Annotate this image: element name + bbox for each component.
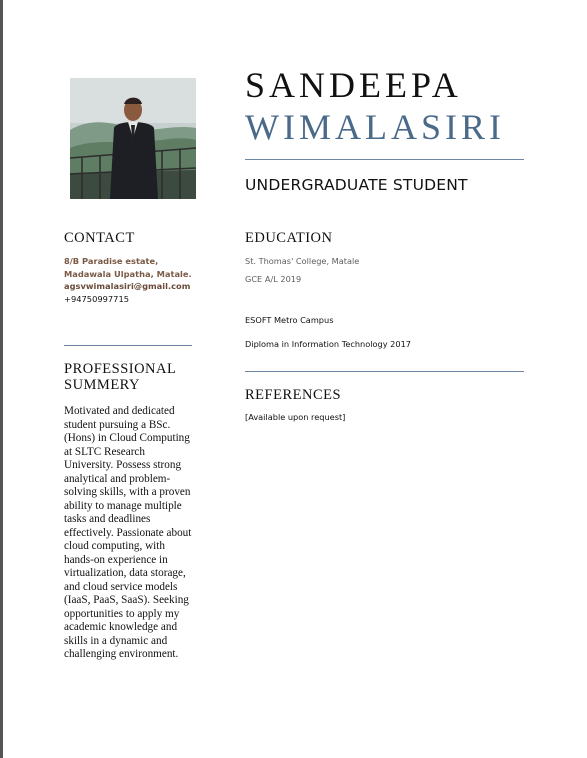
school-qualification: GCE A/L 2019 [245,274,302,284]
education-heading: EDUCATION [245,230,333,246]
summary-line: opportunities to apply my [64,607,180,620]
phone-number: +94750997715 [64,293,130,304]
profile-photo [70,78,196,199]
summary-line: solving skills, with a proven [64,486,191,498]
first-name: SANDEEPA [245,65,462,105]
summary-line: hands-on experience in [64,553,168,566]
summary-line: student pursuing a BSc. [64,418,171,431]
education-divider [245,371,524,372]
summary-line: analytical and problem- [64,472,171,485]
references-text: [Available upon request] [245,412,346,422]
campus-name: ESOFT Metro Campus [245,315,334,325]
summary-line: ability to manage multiple [64,499,182,512]
references-heading: REFERENCES [245,387,342,403]
summary-line: at SLTC Research [64,445,145,458]
summary-line: Motivated and dedicated [64,405,175,417]
page-left-edge [0,0,3,758]
summary-heading-line-2: SUMMERY [64,377,141,393]
contact-divider [64,345,192,346]
campus-qualification: Diploma in Information Technology 2017 [245,339,412,349]
last-name: WIMALASIRI [245,107,505,147]
header-divider [245,159,524,160]
summary-line: and cloud service models [64,580,178,593]
summary-text: Motivated and dedicated student pursuing… [64,405,204,662]
school-name: St. Thomas' College, Matale [245,256,360,266]
summary-line: skills in a dynamic and [64,634,168,647]
address-line-1: 8/B Paradise estate, [64,256,159,266]
summary-line: (Hons) in Cloud Computing [64,432,190,444]
summary-line: (IaaS, PaaS, SaaS). Seeking [64,594,189,606]
contact-heading: CONTACT [64,230,135,246]
contact-details: 8/B Paradise estate, Madawala Ulpatha, M… [64,255,234,305]
address-line-2: Madawala Ulpatha, Matale. [64,268,192,279]
summary-line: University. Possess strong [64,459,182,471]
summary-line: academic knowledge and [64,621,178,633]
summary-line: effectively. Passionate about [64,526,192,539]
summary-line: tasks and deadlines [64,513,151,525]
summary-line: virtualization, data storage, [64,567,186,579]
summary-heading-line-1: PROFESSIONAL [64,361,177,377]
summary-heading: PROFESSIONAL SUMMERY [64,361,176,393]
email-address[interactable]: agsvwimalasiri@gmail.com [64,280,234,293]
job-title: UNDERGRADUATE STUDENT [245,176,468,194]
summary-line: challenging environment. [64,648,179,660]
summary-line: cloud computing, with [64,540,165,552]
